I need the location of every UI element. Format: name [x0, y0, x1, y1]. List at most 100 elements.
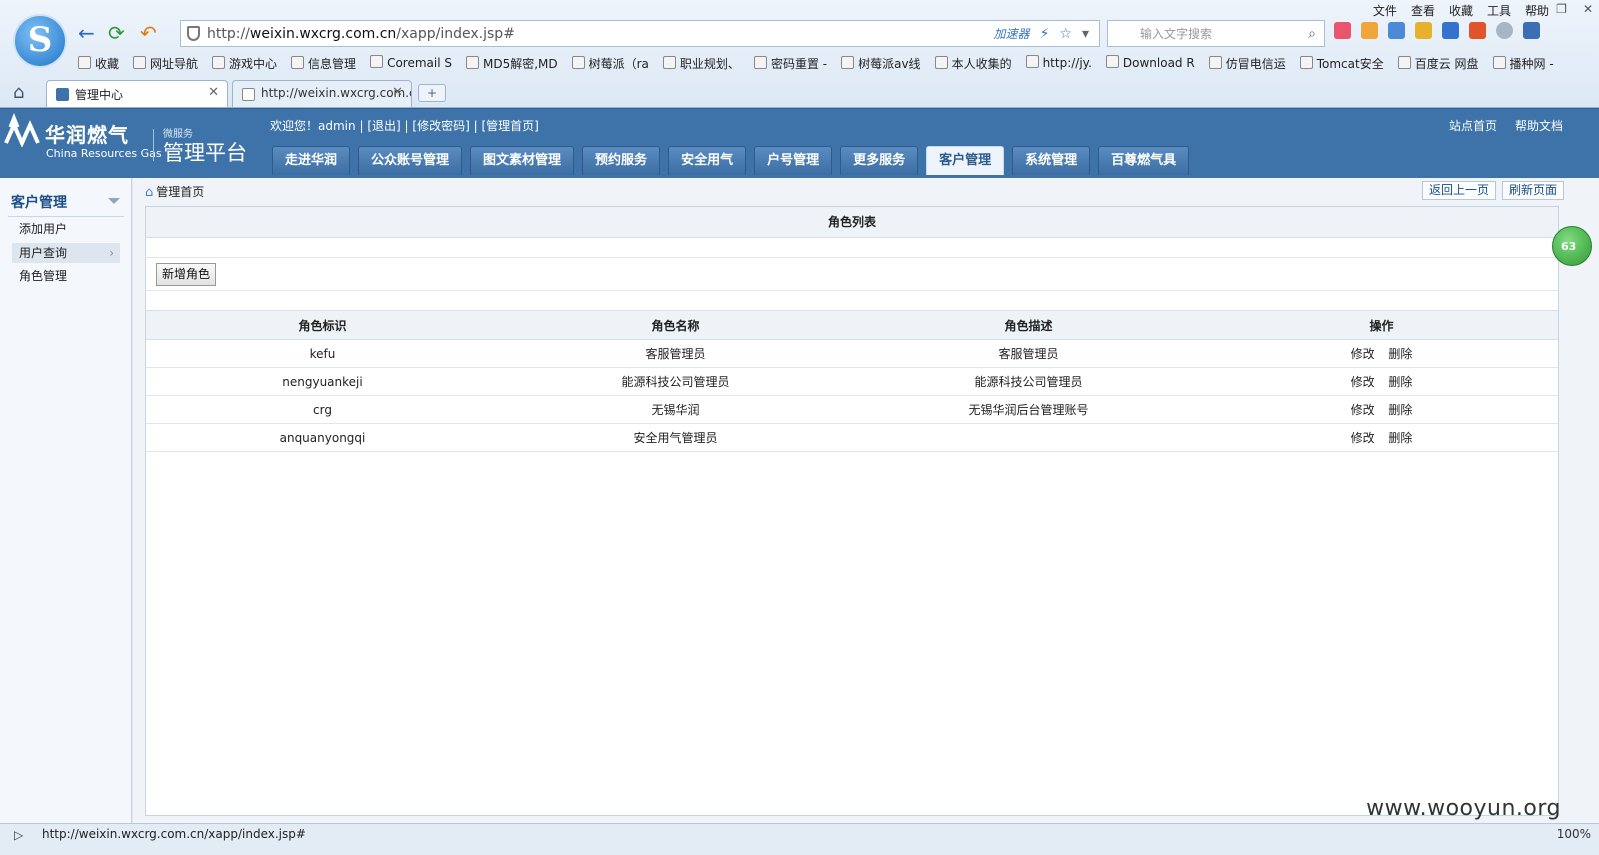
coupon-icon[interactable] [1469, 22, 1486, 39]
role-id: kefu [146, 339, 499, 368]
main-content: ⌂ 管理首页 返回上一页 刷新页面 角色列表 新增角色 角色标识 角色名称 角色描… [133, 178, 1599, 823]
refresh-button[interactable]: 刷新页面 [1502, 181, 1565, 200]
minimize-icon[interactable]: – [1534, 2, 1540, 16]
delete-link[interactable]: 删除 [1388, 401, 1412, 418]
menu-tools[interactable]: 工具 [1487, 2, 1511, 19]
bookmark-item[interactable]: Tomcat安全 [1300, 55, 1384, 72]
bookmark-item[interactable]: 百度云 网盘 [1398, 55, 1479, 72]
nav-more-services[interactable]: 更多服务 [840, 146, 919, 175]
nav-customer-management[interactable]: 客户管理 [926, 146, 1005, 175]
new-tab-button[interactable]: + [418, 84, 446, 102]
nav-media[interactable]: 图文素材管理 [470, 146, 575, 175]
bookmark-item[interactable]: MD5解密,MD [466, 55, 558, 72]
home-icon[interactable]: ⌂ [13, 82, 24, 103]
close-tab-icon[interactable]: ✕ [392, 85, 403, 100]
help-docs-link[interactable]: 帮助文档 [1515, 117, 1563, 134]
bookmark-item[interactable]: 游戏中心 [212, 55, 277, 72]
breadcrumb-label[interactable]: 管理首页 [156, 185, 204, 199]
security-icon[interactable] [1442, 22, 1459, 39]
platform-title: 管理平台 [163, 141, 247, 165]
sidebar-item-label: 添加用户 [19, 222, 68, 236]
tab-weixin-url[interactable]: http://weixin.wxcrg.com.cn ✕ [232, 80, 412, 107]
lightning-icon[interactable]: ⚡ [1040, 26, 1050, 42]
search-icon[interactable]: ⌕ [1308, 26, 1316, 42]
role-id: nengyuankeji [146, 367, 499, 396]
download-icon[interactable] [1523, 22, 1540, 39]
change-password-link[interactable]: [修改密码] [412, 119, 469, 133]
bookmark-item[interactable]: http://jy. [1026, 55, 1092, 72]
bookmark-item[interactable]: 密码重置 - [754, 55, 827, 72]
edit-link[interactable]: 修改 [1351, 373, 1375, 390]
role-name: 无锡华润 [499, 395, 852, 424]
bookmark-item[interactable]: 收藏 [78, 55, 119, 72]
translate-icon[interactable] [1361, 22, 1378, 39]
menu-favorites[interactable]: 收藏 [1449, 2, 1473, 19]
sidebar-item-add-user[interactable]: 添加用户 [12, 219, 120, 239]
bookmark-item[interactable]: 播种网 - [1493, 55, 1554, 72]
nav-appliances[interactable]: 百尊燃气具 [1098, 146, 1190, 175]
nav-safe-gas[interactable]: 安全用气 [668, 146, 747, 175]
bookmark-item[interactable]: 信息管理 [291, 55, 356, 72]
close-tab-icon[interactable]: ✕ [208, 85, 219, 100]
back-button[interactable]: 返回上一页 [1422, 181, 1497, 200]
logout-link[interactable]: [退出] [367, 119, 400, 133]
role-desc [852, 423, 1205, 452]
nav-account-numbers[interactable]: 户号管理 [754, 146, 833, 175]
delete-link[interactable]: 删除 [1388, 373, 1412, 390]
delete-link[interactable]: 删除 [1388, 345, 1412, 362]
role-desc: 无锡华润后台管理账号 [852, 395, 1205, 424]
undo-icon[interactable]: ↶ [140, 22, 157, 44]
nav-public-accounts[interactable]: 公众账号管理 [358, 146, 463, 175]
address-bar[interactable]: http://weixin.wxcrg.com.cn/xapp/index.js… [180, 20, 1100, 47]
nav-system[interactable]: 系统管理 [1012, 146, 1091, 175]
add-role-button[interactable]: 新增角色 [156, 263, 217, 286]
more-icon[interactable] [1496, 22, 1513, 39]
search-input[interactable]: 输入文字搜索 [1108, 25, 1308, 42]
accelerator-label[interactable]: 加速器 [994, 25, 1030, 42]
row-actions: 修改 删除 [1205, 339, 1558, 368]
sidebar-item-role-management[interactable]: 角色管理 [12, 266, 120, 286]
edit-link[interactable]: 修改 [1351, 401, 1375, 418]
play-icon[interactable]: ▷ [14, 828, 23, 842]
nav-appointments[interactable]: 预约服务 [582, 146, 661, 175]
tab-admin-center[interactable]: 管理中心 ✕ [46, 80, 228, 107]
browser-logo[interactable]: S [13, 14, 67, 68]
search-box[interactable]: 输入文字搜索 ⌕ [1107, 20, 1325, 47]
delete-link[interactable]: 删除 [1388, 429, 1412, 446]
bookmark-item[interactable]: 树莓派av线 [841, 55, 920, 72]
back-arrow-icon[interactable]: ← [78, 22, 95, 44]
refresh-icon[interactable]: ⟳ [108, 22, 125, 44]
sidebar-item-label: 用户查询 [19, 246, 68, 260]
collapse-arrow-icon[interactable] [108, 198, 120, 204]
dropdown-icon[interactable]: ▾ [1082, 26, 1089, 42]
close-window-icon[interactable]: ✕ [1583, 2, 1593, 16]
bookmark-item[interactable]: 职业规划、 [663, 55, 740, 72]
restore-icon[interactable]: ❐ [1556, 2, 1567, 16]
bookmark-item[interactable]: 仿冒电信运 [1209, 55, 1286, 72]
sidebar-item-user-query[interactable]: 用户查询 › [12, 243, 120, 263]
floating-badge[interactable]: 63 [1552, 226, 1592, 266]
menu-view[interactable]: 查看 [1411, 2, 1435, 19]
separator: | [473, 119, 478, 133]
breadcrumb: ⌂ 管理首页 [145, 183, 204, 200]
edit-link[interactable]: 修改 [1351, 429, 1375, 446]
admin-home-link[interactable]: [管理首页] [481, 119, 538, 133]
table-row: nengyuankeji 能源科技公司管理员 能源科技公司管理员 修改 删除 [146, 367, 1558, 396]
star-icon[interactable]: ☆ [1059, 26, 1072, 42]
welcome-bar: 欢迎您！admin | [退出] | [修改密码] | [管理首页] [270, 117, 539, 134]
bookmark-item[interactable]: Download R [1106, 55, 1195, 72]
zoom-level[interactable]: 100% [1557, 827, 1591, 841]
scissors-icon[interactable] [1388, 22, 1405, 39]
menu-file[interactable]: 文件 [1373, 2, 1397, 19]
address-url[interactable]: http://weixin.wxcrg.com.cn/xapp/index.js… [181, 26, 994, 42]
bookmark-item[interactable]: 本人收集的 [935, 55, 1012, 72]
key-icon[interactable] [1415, 22, 1432, 39]
bookmark-item[interactable]: 网址导航 [133, 55, 198, 72]
nav-about[interactable]: 走进华润 [272, 146, 351, 175]
edit-link[interactable]: 修改 [1351, 345, 1375, 362]
bookmark-item[interactable]: Coremail S [370, 55, 452, 72]
site-home-link[interactable]: 站点首页 [1449, 117, 1497, 134]
row-actions: 修改 删除 [1205, 367, 1558, 396]
bookmark-item[interactable]: 树莓派（ra [572, 55, 649, 72]
snapshot-icon[interactable] [1334, 22, 1351, 39]
